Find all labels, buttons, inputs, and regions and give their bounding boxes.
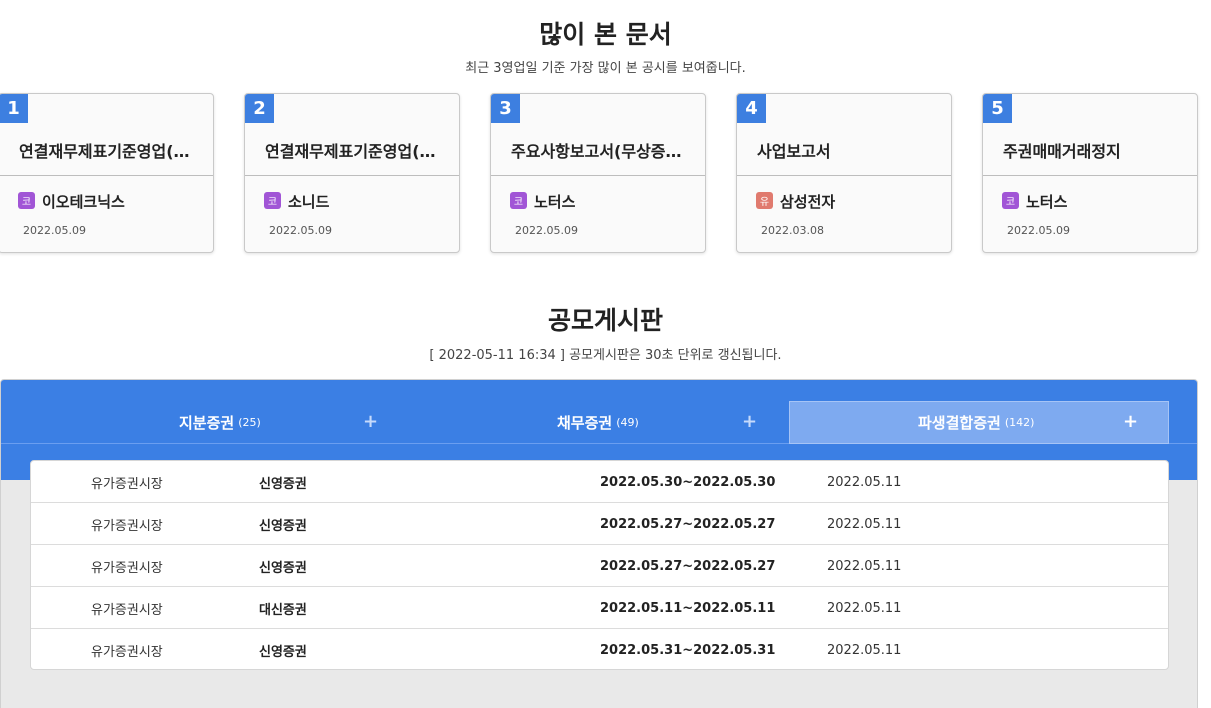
doc-title[interactable]: 주요사항보고서(무상증… bbox=[511, 138, 691, 162]
doc-title[interactable]: 연결재무제표기준영업(… bbox=[265, 138, 445, 162]
plus-icon[interactable]: + bbox=[1123, 411, 1138, 432]
doc-date: 2022.03.08 bbox=[761, 224, 824, 237]
doc-card-2[interactable]: 2 연결재무제표기준영업(… 코 소니드 2022.05.09 bbox=[244, 93, 460, 253]
doc-title[interactable]: 사업보고서 bbox=[757, 138, 937, 162]
rank-badge: 5 bbox=[983, 94, 1012, 123]
subscription-period-cell: 2022.05.11~2022.05.11 bbox=[600, 600, 776, 616]
filing-date-cell: 2022.05.11 bbox=[827, 474, 902, 490]
doc-date: 2022.05.09 bbox=[1007, 224, 1070, 237]
issuer-cell[interactable]: 신영증권 bbox=[259, 503, 307, 545]
card-divider bbox=[983, 175, 1197, 176]
doc-title[interactable]: 주권매매거래정지 bbox=[1003, 138, 1183, 162]
company-name[interactable]: 소니드 bbox=[288, 191, 329, 212]
tab-label: 파생결합증권 bbox=[918, 414, 1001, 432]
card-divider bbox=[737, 175, 951, 176]
filing-date-cell: 2022.05.11 bbox=[827, 600, 902, 616]
doc-date: 2022.05.09 bbox=[515, 224, 578, 237]
market-badge-icon: 코 bbox=[1002, 192, 1019, 209]
tab-debt[interactable]: 채무증권 (49) bbox=[557, 401, 639, 444]
offering-board: 지분증권 (25) + 채무증권 (49) + 파생결합증권 (142) + 유… bbox=[0, 379, 1198, 708]
market-cell: 유가증권시장 bbox=[91, 644, 163, 660]
issuer-cell[interactable]: 신영증권 bbox=[259, 461, 307, 503]
rank-badge: 2 bbox=[245, 94, 274, 123]
market-cell: 유가증권시장 bbox=[91, 518, 163, 534]
rank-badge: 4 bbox=[737, 94, 766, 123]
doc-title[interactable]: 연결재무제표기준영업(… bbox=[19, 138, 199, 162]
filing-date-cell: 2022.05.11 bbox=[827, 642, 902, 658]
tab-label: 채무증권 bbox=[557, 414, 613, 432]
doc-card-3[interactable]: 3 주요사항보고서(무상증… 코 노터스 2022.05.09 bbox=[490, 93, 706, 253]
tab-count: (25) bbox=[238, 416, 261, 429]
company-name[interactable]: 삼성전자 bbox=[780, 191, 835, 212]
issuer-cell[interactable]: 신영증권 bbox=[259, 629, 307, 669]
doc-card-4[interactable]: 4 사업보고서 유 삼성전자 2022.03.08 bbox=[736, 93, 952, 253]
table-row[interactable]: 유가증권시장 신영증권 2022.05.27~2022.05.27 2022.0… bbox=[31, 545, 1168, 587]
market-badge-icon: 코 bbox=[264, 192, 281, 209]
doc-card-5[interactable]: 5 주권매매거래정지 코 노터스 2022.05.09 bbox=[982, 93, 1198, 253]
tab-count: (142) bbox=[1004, 416, 1035, 429]
offering-board-title: 공모게시판 bbox=[547, 306, 663, 335]
filing-date-cell: 2022.05.11 bbox=[827, 558, 902, 574]
rank-badge: 3 bbox=[491, 94, 520, 123]
subscription-period-cell: 2022.05.31~2022.05.31 bbox=[600, 642, 776, 658]
market-cell: 유가증권시장 bbox=[91, 476, 163, 492]
market-badge-icon: 코 bbox=[18, 192, 35, 209]
most-viewed-subtitle: 최근 3영업일 기준 가장 많이 본 공시를 보여줍니다. bbox=[465, 61, 746, 76]
doc-card-1[interactable]: 1 연결재무제표기준영업(… 코 이오테크닉스 2022.05.09 bbox=[0, 93, 214, 253]
table-row[interactable]: 유가증권시장 대신증권 2022.05.11~2022.05.11 2022.0… bbox=[31, 587, 1168, 629]
rank-badge: 1 bbox=[0, 94, 28, 123]
filing-date-cell: 2022.05.11 bbox=[827, 516, 902, 532]
subscription-period-cell: 2022.05.30~2022.05.30 bbox=[600, 474, 776, 490]
market-cell: 유가증권시장 bbox=[91, 560, 163, 576]
table-row[interactable]: 유가증권시장 신영증권 2022.05.31~2022.05.31 2022.0… bbox=[31, 629, 1168, 669]
table-row[interactable]: 유가증권시장 신영증권 2022.05.30~2022.05.30 2022.0… bbox=[31, 461, 1168, 503]
plus-icon[interactable]: + bbox=[363, 411, 378, 432]
issuer-cell[interactable]: 신영증권 bbox=[259, 545, 307, 587]
tab-count: (49) bbox=[616, 416, 639, 429]
plus-icon[interactable]: + bbox=[742, 411, 757, 432]
company-name[interactable]: 노터스 bbox=[1026, 191, 1067, 212]
company-name[interactable]: 노터스 bbox=[534, 191, 575, 212]
doc-date: 2022.05.09 bbox=[23, 224, 86, 237]
market-badge-icon: 코 bbox=[510, 192, 527, 209]
card-divider bbox=[245, 175, 459, 176]
subscription-period-cell: 2022.05.27~2022.05.27 bbox=[600, 558, 776, 574]
market-cell: 유가증권시장 bbox=[91, 602, 163, 618]
card-divider bbox=[0, 175, 213, 176]
most-viewed-title: 많이 본 문서 bbox=[539, 20, 672, 49]
tab-derivatives[interactable]: 파생결합증권 (142) + bbox=[789, 401, 1169, 444]
subscription-period-cell: 2022.05.27~2022.05.27 bbox=[600, 516, 776, 532]
issuer-cell[interactable]: 대신증권 bbox=[259, 587, 307, 629]
table-row[interactable]: 유가증권시장 신영증권 2022.05.27~2022.05.27 2022.0… bbox=[31, 503, 1168, 545]
card-divider bbox=[491, 175, 705, 176]
tab-label: 지분증권 bbox=[179, 414, 235, 432]
company-name[interactable]: 이오테크닉스 bbox=[42, 191, 125, 212]
doc-date: 2022.05.09 bbox=[269, 224, 332, 237]
tab-equity[interactable]: 지분증권 (25) bbox=[179, 401, 261, 444]
offering-board-subtitle: [ 2022-05-11 16:34 ] 공모게시판은 30초 단위로 갱신됩니… bbox=[429, 348, 782, 363]
market-badge-icon: 유 bbox=[756, 192, 773, 209]
offering-list: 유가증권시장 신영증권 2022.05.30~2022.05.30 2022.0… bbox=[30, 460, 1169, 670]
